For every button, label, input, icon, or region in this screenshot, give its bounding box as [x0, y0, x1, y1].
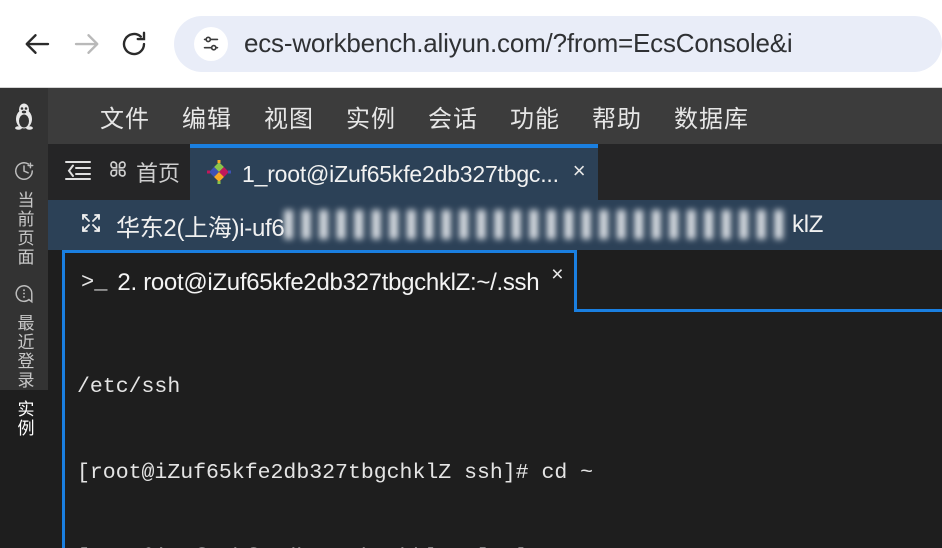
tab-close-button[interactable]: ×	[573, 160, 586, 182]
terminal-line: [root@iZuf65kfe2db327tbgchklZ ~]# ls	[77, 544, 942, 548]
tab-tools: 首页	[48, 144, 190, 200]
reload-icon	[122, 31, 146, 55]
sidebar-label-current-page: 当前页面	[14, 191, 34, 267]
session-tab-title: 2. root@iZuf65kfe2db327tbgchklZ:~/.ssh	[117, 268, 540, 296]
instance-id-redacted-2: ▌▌▌▌▌▌▌▌▌▌▌▌▌	[564, 211, 793, 238]
clock-add-icon	[13, 160, 35, 187]
forward-arrow-icon	[74, 33, 99, 54]
browser-toolbar: ecs-workbench.aliyun.com/?from=EcsConsol…	[0, 0, 942, 88]
collapse-sidebar-button[interactable]	[64, 158, 92, 187]
session-tab-empty-space	[576, 250, 942, 312]
tab-strip: 首页 1_root@iZuf65kfe2db327tbgc... ×	[48, 144, 942, 200]
home-button[interactable]: 首页	[108, 156, 180, 188]
reload-button[interactable]	[110, 20, 158, 68]
sidebar-item-current-page[interactable]: 当前页面	[0, 152, 48, 267]
instance-region-label: 华东2(上海)i-uf6	[116, 214, 285, 242]
ecs-workbench-app: 当前页面 最近登录 实例 文件 编辑 视图 实例 会话 功能 帮助 数据库 首页…	[0, 88, 942, 548]
session-tab-2[interactable]: >_ 2. root@iZuf65kfe2db327tbgchklZ:~/.ss…	[62, 250, 577, 312]
left-rail: 当前页面 最近登录 实例	[0, 88, 48, 548]
collapse-sidebar-icon	[65, 160, 91, 180]
penguin-icon	[15, 103, 33, 130]
instance-id-suffix: klZ	[792, 211, 824, 238]
history-dots-icon	[13, 283, 35, 310]
linux-penguin-logo	[0, 88, 48, 144]
aliyun-instance-icon	[206, 159, 232, 190]
menu-item-database[interactable]: 数据库	[674, 99, 749, 134]
url-text: ecs-workbench.aliyun.com/?from=EcsConsol…	[244, 28, 793, 58]
sidebar-item-recent-login[interactable]: 最近登录	[0, 275, 48, 390]
menu-item-edit[interactable]: 编辑	[182, 99, 232, 134]
home-label: 首页	[136, 161, 181, 186]
expand-icon[interactable]	[80, 212, 102, 239]
grid-icon	[108, 159, 128, 185]
menu-item-help[interactable]: 帮助	[592, 99, 642, 134]
workbench-main: 文件 编辑 视图 实例 会话 功能 帮助 数据库 首页 1_root@iZuf6…	[48, 88, 942, 548]
site-settings-button[interactable]	[194, 26, 228, 61]
instance-info-bar: 华东2(上海)i-uf6 ▌▌▌▌▌▌▌▌▌▌▌▌▌▌▌▌ ▌▌▌▌▌▌▌▌▌▌…	[48, 200, 942, 250]
back-button[interactable]	[14, 20, 62, 68]
tab-title: 1_root@iZuf65kfe2db327tbgc...	[242, 160, 559, 187]
menu-item-function[interactable]: 功能	[510, 99, 560, 134]
sidebar-label-instance: 实例	[14, 400, 34, 438]
session-tab-close-button[interactable]: ×	[551, 263, 563, 287]
terminal-line: [root@iZuf65kfe2db327tbgchklZ ssh]# cd ~	[77, 460, 594, 485]
menu-item-view[interactable]: 视图	[264, 99, 314, 134]
instance-id-redacted-1: ▌▌▌▌▌▌▌▌▌▌▌▌▌▌▌▌	[284, 211, 565, 238]
colorful-diamond-icon	[207, 159, 232, 184]
menu-bar: 文件 编辑 视图 实例 会话 功能 帮助 数据库	[48, 88, 942, 144]
tab-instance-1[interactable]: 1_root@iZuf65kfe2db327tbgc... ×	[190, 144, 598, 200]
terminal-output[interactable]: /etc/ssh [root@iZuf65kfe2db327tbgchklZ s…	[62, 312, 942, 548]
sidebar-item-instance[interactable]: 实例	[0, 390, 48, 548]
terminal-line: /etc/ssh	[77, 375, 181, 399]
back-arrow-icon	[25, 33, 50, 54]
menu-item-session[interactable]: 会话	[428, 99, 478, 134]
terminal-prompt-icon: >_	[81, 270, 108, 295]
forward-button[interactable]	[62, 20, 110, 68]
session-tab-row: >_ 2. root@iZuf65kfe2db327tbgchklZ:~/.ss…	[48, 250, 942, 312]
address-bar[interactable]: ecs-workbench.aliyun.com/?from=EcsConsol…	[174, 15, 942, 72]
menu-item-instance[interactable]: 实例	[346, 99, 396, 134]
menu-item-file[interactable]: 文件	[100, 99, 150, 134]
sidebar-label-recent-login: 最近登录	[14, 314, 34, 390]
sliders-icon	[203, 35, 219, 51]
